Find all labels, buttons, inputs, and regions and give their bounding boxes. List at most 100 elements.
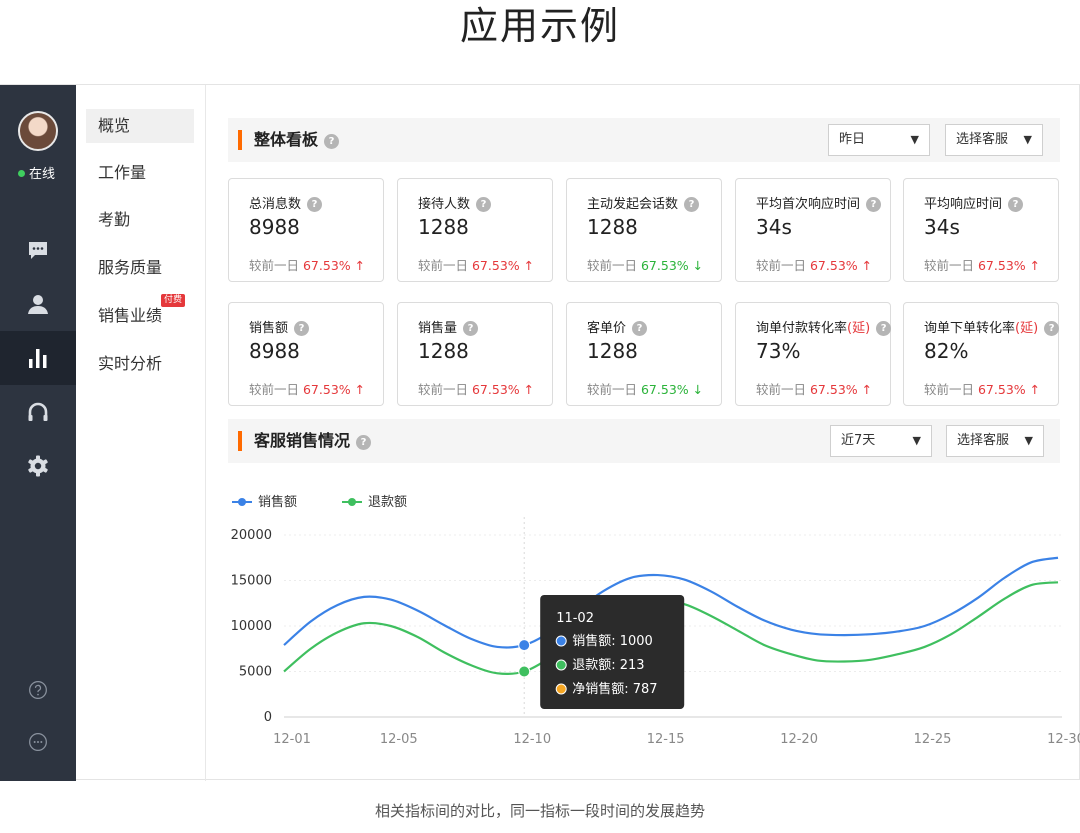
- help-icon[interactable]: ?: [684, 197, 700, 212]
- compare-percent: 67.53%: [809, 382, 862, 397]
- compare-percent: 67.53%: [302, 258, 355, 273]
- sales-header: 客服销售情况? 近7天 ▼ 选择客服 ▼: [228, 419, 1060, 463]
- x-tick-label: 12-10: [513, 732, 551, 747]
- help-icon[interactable]: ?: [307, 197, 323, 212]
- metric-card[interactable]: 销售额? 8988 较前一日 67.53% ↑: [228, 302, 384, 406]
- help-icon[interactable]: ?: [866, 197, 882, 212]
- x-tick-label: 12-05: [380, 732, 418, 747]
- legend-label: 销售额: [258, 495, 298, 510]
- metric-card[interactable]: 平均响应时间? 34s 较前一日 67.53% ↑: [903, 178, 1059, 282]
- subnav-item-realtime[interactable]: 实时分析: [86, 347, 194, 381]
- metric-card[interactable]: 主动发起会话数? 1288 较前一日 67.53% ↓: [566, 178, 722, 282]
- sales-title: 客服销售情况?: [254, 419, 372, 463]
- help-icon[interactable]: ?: [324, 134, 340, 149]
- help-icon[interactable]: ?: [876, 321, 892, 336]
- sales-title-text: 客服销售情况: [254, 431, 351, 450]
- rail-chat-button[interactable]: [0, 223, 76, 277]
- metric-compare: 较前一日 67.53% ↑: [249, 379, 365, 398]
- compare-percent: 67.53%: [471, 258, 524, 273]
- arrow-up-icon: ↑: [354, 382, 366, 397]
- metric-label-text: 询单下单转化率: [924, 321, 1016, 336]
- arrow-down-icon: ↓: [692, 258, 704, 273]
- help-icon[interactable]: ?: [463, 321, 479, 336]
- dashboard-title-text: 整体看板: [254, 130, 319, 149]
- help-icon[interactable]: ?: [294, 321, 310, 336]
- period-select[interactable]: 昨日 ▼: [828, 124, 930, 156]
- metric-label: 销售量?: [418, 317, 479, 336]
- online-status: 在线: [18, 163, 55, 182]
- help-icon[interactable]: ?: [632, 321, 648, 336]
- metric-card[interactable]: 询单付款转化率(延)? 73% 较前一日 67.53% ↑: [735, 302, 892, 406]
- metric-label: 销售额?: [249, 317, 310, 336]
- metric-card[interactable]: 客单价? 1288 较前一日 67.53% ↓: [566, 302, 722, 406]
- help-icon[interactable]: ?: [476, 197, 492, 212]
- arrow-up-icon: ↑: [861, 258, 873, 273]
- compare-percent: 67.53%: [471, 382, 524, 397]
- rail-help-button[interactable]: [0, 663, 76, 717]
- rail-user-button[interactable]: [0, 277, 76, 331]
- metric-compare: 较前一日 67.53% ↑: [924, 379, 1040, 398]
- metric-value: 34s: [756, 215, 792, 239]
- more-icon: [29, 733, 47, 751]
- section-accent: [238, 130, 242, 150]
- rail-more-button[interactable]: [0, 715, 76, 769]
- metric-card[interactable]: 接待人数? 1288 较前一日 67.53% ↑: [397, 178, 553, 282]
- caret-down-icon: ▼: [1024, 434, 1033, 447]
- help-icon: [29, 681, 47, 699]
- metric-card[interactable]: 销售量? 1288 较前一日 67.53% ↑: [397, 302, 553, 406]
- rail-stats-button[interactable]: [0, 331, 76, 385]
- tooltip-row: 退款额: 213: [572, 658, 644, 673]
- rail-settings-button[interactable]: [0, 439, 76, 493]
- arrow-up-icon: ↑: [354, 258, 366, 273]
- headset-icon: [28, 402, 48, 421]
- y-tick-label: 0: [264, 710, 272, 725]
- x-tick-label: 12-25: [914, 732, 952, 747]
- delay-tag: (延): [1015, 321, 1039, 336]
- arrow-down-icon: ↓: [692, 382, 704, 397]
- metric-compare: 较前一日 67.53% ↑: [924, 255, 1040, 274]
- metric-label-text: 询单付款转化率: [756, 321, 848, 336]
- legend-item-refund[interactable]: 退款额: [342, 491, 407, 510]
- user-icon: [28, 295, 48, 314]
- subnav-item-service-quality[interactable]: 服务质量: [86, 251, 194, 285]
- subnav-item-overview[interactable]: 概览: [86, 109, 194, 143]
- metric-card[interactable]: 平均首次响应时间? 34s 较前一日 67.53% ↑: [735, 178, 891, 282]
- metric-label: 接待人数?: [418, 193, 492, 212]
- metric-value: 1288: [587, 215, 638, 239]
- metric-label-text: 平均响应时间: [924, 197, 1003, 212]
- metric-label-text: 平均首次响应时间: [756, 197, 861, 212]
- gear-icon: [28, 455, 48, 477]
- metric-card[interactable]: 总消息数? 8988 较前一日 67.53% ↑: [228, 178, 384, 282]
- help-icon[interactable]: ?: [1008, 197, 1024, 212]
- agent-select[interactable]: 选择客服 ▼: [945, 124, 1043, 156]
- help-icon[interactable]: ?: [1044, 321, 1060, 336]
- help-icon[interactable]: ?: [356, 435, 372, 450]
- main-content: 整体看板? 昨日 ▼ 选择客服 ▼ 总消息数? 8988 较前一日 67.53% ↑ 接待…: [206, 85, 1080, 781]
- refund-point[interactable]: [518, 665, 531, 678]
- app-window: 在线 概览 工作量 考勤 服务质量 销售业绩 付费 实时分析 整体看板 ? 昨日…: [0, 84, 1080, 781]
- subnav-item-sales[interactable]: 销售业绩 付费: [86, 294, 194, 333]
- metric-label: 平均响应时间?: [924, 193, 1024, 212]
- sales-agent-select[interactable]: 选择客服 ▼: [946, 425, 1044, 457]
- metric-value: 82%: [924, 339, 969, 363]
- online-dot: [18, 170, 25, 177]
- sales-line-chart: 0 5000 10000 15000 20000 12-01 12-05 12-10 12-15…: [231, 517, 1080, 747]
- metric-card[interactable]: 询单下单转化率(延)? 82% 较前一日 67.53% ↑: [903, 302, 1060, 406]
- metric-compare: 较前一日 67.53% ↑: [249, 255, 365, 274]
- legend-item-sales[interactable]: 销售额: [232, 491, 297, 510]
- range-select[interactable]: 近7天 ▼: [830, 425, 932, 457]
- metric-label: 主动发起会话数?: [587, 193, 700, 212]
- metric-label-text: 销售量: [418, 321, 458, 336]
- dashboard-title: 整体看板?: [254, 118, 340, 162]
- tooltip-swatch: [555, 683, 567, 695]
- metric-label-text: 接待人数: [418, 197, 471, 212]
- rail-service-button[interactable]: [0, 385, 76, 439]
- subnav-item-workload[interactable]: 工作量: [86, 156, 194, 190]
- metric-label: 询单付款转化率(延)?: [756, 317, 892, 336]
- x-tick-label: 12-20: [780, 732, 818, 747]
- avatar[interactable]: [18, 111, 58, 151]
- subnav-item-attendance[interactable]: 考勤: [86, 203, 194, 237]
- sales-point[interactable]: [518, 639, 531, 652]
- tooltip-row: 销售额: 1000: [572, 633, 653, 649]
- metric-value: 34s: [924, 215, 960, 239]
